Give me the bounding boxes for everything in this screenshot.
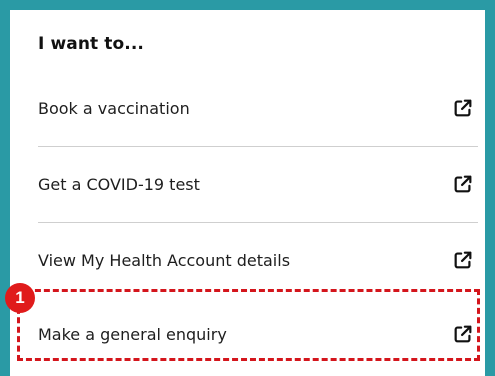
external-link-icon (454, 175, 472, 193)
external-link-icon (454, 325, 472, 343)
link-get-covid-test[interactable]: Get a COVID-19 test (38, 146, 478, 222)
step-number-badge: 1 (5, 283, 35, 313)
link-view-health-account[interactable]: View My Health Account details (38, 222, 478, 298)
external-link-icon (454, 251, 472, 269)
link-label: Get a COVID-19 test (38, 174, 200, 194)
link-general-enquiry[interactable]: Make a general enquiry (38, 296, 478, 372)
link-label: Book a vaccination (38, 98, 190, 118)
external-link-icon (454, 99, 472, 117)
panel-heading: I want to... (38, 34, 144, 54)
link-label: Make a general enquiry (38, 324, 227, 344)
link-label: View My Health Account details (38, 250, 291, 270)
link-book-vaccination[interactable]: Book a vaccination (38, 70, 478, 146)
i-want-to-panel: I want to... Book a vaccination Get a CO… (10, 10, 485, 376)
